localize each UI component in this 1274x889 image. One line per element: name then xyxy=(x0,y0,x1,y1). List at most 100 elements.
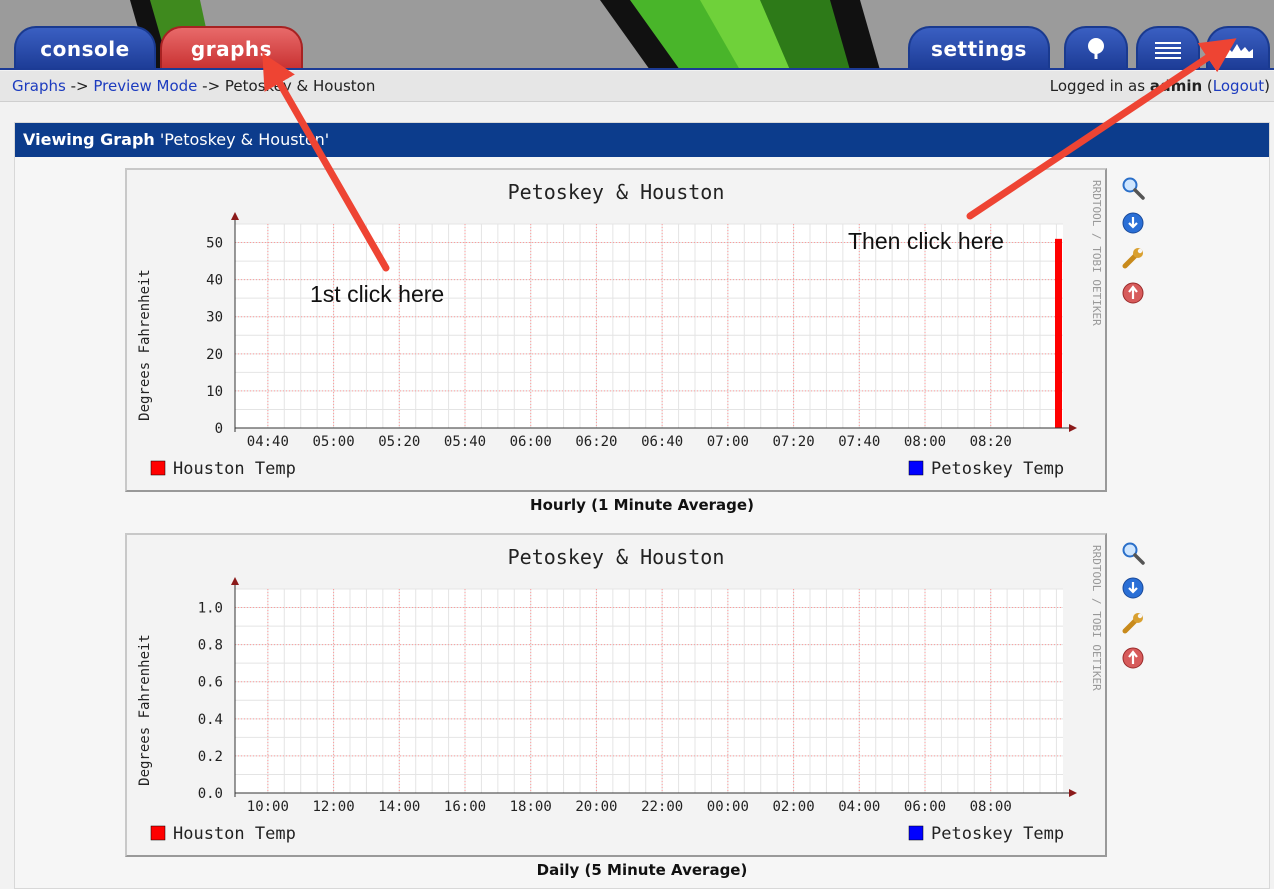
rrdtool-credit: RRDTOOL / TOBI OETIKER xyxy=(1090,545,1103,691)
y-axis-arrow xyxy=(231,212,239,220)
graph-hourly-caption: Hourly (1 Minute Average) xyxy=(530,496,754,514)
tab-graphs-label: graphs xyxy=(190,37,273,61)
login-paren-open: ( xyxy=(1202,77,1213,95)
x-tick-label: 14:00 xyxy=(378,799,420,815)
y-axis-arrow xyxy=(231,577,239,585)
tab-tree-view[interactable] xyxy=(1064,26,1128,70)
tab-preview-view[interactable] xyxy=(1206,26,1270,70)
breadcrumb-bar: Graphs -> Preview Mode -> Petoskey & Hou… xyxy=(0,71,1274,102)
tab-settings-label: settings xyxy=(931,37,1027,61)
graph-hourly[interactable]: Petoskey & Houston Degrees Fahrenheit RR… xyxy=(125,168,1107,492)
x-tick-label: 08:00 xyxy=(970,799,1012,815)
x-tick-label: 05:00 xyxy=(312,434,354,450)
preview-view-icon xyxy=(1223,44,1253,58)
x-axis-arrow xyxy=(1069,424,1077,432)
x-tick-label: 00:00 xyxy=(707,799,749,815)
tree-view-icon xyxy=(1088,38,1104,59)
x-tick-label: 04:40 xyxy=(247,434,289,450)
x-tick-label: 12:00 xyxy=(312,799,354,815)
x-tick-label: 20:00 xyxy=(575,799,617,815)
legend-swatch-petoskey xyxy=(908,825,924,841)
data-bar-houston-temp xyxy=(1055,238,1062,428)
zoom-icon[interactable] xyxy=(1121,176,1145,200)
annotation-first-click: 1st click here xyxy=(310,281,445,307)
x-tick-label: 22:00 xyxy=(641,799,683,815)
timespan-icon[interactable] xyxy=(1121,281,1145,305)
panel-heading-bold: Viewing Graph xyxy=(23,130,155,149)
tab-list-view[interactable] xyxy=(1136,26,1200,70)
y-tick-label: 30 xyxy=(206,310,223,326)
panel-heading: Viewing Graph 'Petoskey & Houston' xyxy=(15,123,1269,157)
login-status: Logged in as admin (Logout) xyxy=(1050,77,1270,95)
edit-graph-icon[interactable] xyxy=(1121,611,1145,635)
y-tick-label: 50 xyxy=(206,236,223,252)
csv-export-icon[interactable] xyxy=(1121,576,1145,600)
y-tick-label: 0.2 xyxy=(198,749,223,765)
zoom-icon[interactable] xyxy=(1121,541,1145,565)
tab-console-label: console xyxy=(40,37,130,61)
legend-swatch-houston xyxy=(150,460,166,476)
graph-daily-actions xyxy=(1121,541,1151,681)
chart-title: Petoskey & Houston xyxy=(508,180,725,204)
x-tick-label: 06:00 xyxy=(510,434,552,450)
y-tick-label: 40 xyxy=(206,273,223,289)
x-tick-label: 06:40 xyxy=(641,434,683,450)
tab-console[interactable]: console xyxy=(14,26,156,70)
y-tick-label: 1.0 xyxy=(198,601,223,617)
rrdtool-credit: RRDTOOL / TOBI OETIKER xyxy=(1090,180,1103,326)
breadcrumb-current: Petoskey & Houston xyxy=(224,77,376,95)
tab-baseline xyxy=(0,68,1274,70)
legend-petoskey-temp: Petoskey Temp xyxy=(931,824,1064,844)
breadcrumb-separator: -> xyxy=(65,77,94,95)
panel-heading-text: Viewing Graph 'Petoskey & Houston' xyxy=(23,130,329,149)
chart-title: Petoskey & Houston xyxy=(508,545,725,569)
y-axis-label: Degrees Fahrenheit xyxy=(137,634,153,786)
graph-daily-chart: Petoskey & Houston Degrees Fahrenheit RR… xyxy=(137,545,1103,844)
graph-hourly-actions xyxy=(1121,176,1151,316)
logout-link[interactable]: Logout xyxy=(1213,77,1264,95)
graph-daily-caption: Daily (5 Minute Average) xyxy=(536,861,748,879)
x-tick-label: 02:00 xyxy=(772,799,814,815)
x-axis-arrow xyxy=(1069,789,1077,797)
breadcrumb-preview-mode-link[interactable]: Preview Mode xyxy=(93,77,197,95)
graph-daily[interactable]: Petoskey & Houston Degrees Fahrenheit RR… xyxy=(125,533,1107,857)
breadcrumb-separator: -> xyxy=(197,77,225,95)
x-tick-label: 07:20 xyxy=(772,434,814,450)
x-tick-label: 04:00 xyxy=(838,799,880,815)
x-tick-label: 07:40 xyxy=(838,434,880,450)
top-navigation-bar: console graphs settings xyxy=(0,0,1274,70)
y-tick-label: 0.6 xyxy=(198,675,223,691)
login-prefix: Logged in as xyxy=(1049,77,1150,95)
x-tick-label: 06:20 xyxy=(575,434,617,450)
legend-petoskey-temp: Petoskey Temp xyxy=(931,459,1064,479)
edit-graph-icon[interactable] xyxy=(1121,246,1145,270)
breadcrumb-graphs-link[interactable]: Graphs xyxy=(12,77,66,95)
breadcrumb: Graphs -> Preview Mode -> Petoskey & Hou… xyxy=(12,77,375,95)
legend-swatch-houston xyxy=(150,825,166,841)
plot-background xyxy=(235,589,1063,793)
legend-houston-temp: Houston Temp xyxy=(173,459,296,479)
x-tick-label: 08:20 xyxy=(970,434,1012,450)
list-view-icon xyxy=(1155,42,1181,59)
x-tick-label: 08:00 xyxy=(904,434,946,450)
y-axis-label: Degrees Fahrenheit xyxy=(137,269,153,421)
panel-heading-graph-name: 'Petoskey & Houston' xyxy=(154,130,330,149)
x-tick-label: 10:00 xyxy=(247,799,289,815)
csv-export-icon[interactable] xyxy=(1121,211,1145,235)
login-username: admin xyxy=(1149,77,1203,95)
legend-swatch-petoskey xyxy=(908,460,924,476)
plot-area: 0.0 0.2 0.4 0.6 0.8 1.0 10:00 12:00 14:00 16:00 18… xyxy=(198,577,1077,815)
y-tick-label: 0.4 xyxy=(198,712,223,728)
timespan-icon[interactable] xyxy=(1121,646,1145,670)
graph-panel: Viewing Graph 'Petoskey & Houston' Petos… xyxy=(14,122,1270,889)
x-tick-label: 18:00 xyxy=(510,799,552,815)
tab-graphs[interactable]: graphs xyxy=(160,26,303,70)
x-tick-label: 05:40 xyxy=(444,434,486,450)
x-tick-label: 16:00 xyxy=(444,799,486,815)
tab-settings[interactable]: settings xyxy=(908,26,1050,70)
y-tick-label: 0.8 xyxy=(198,638,223,654)
y-tick-label: 0.0 xyxy=(198,786,223,802)
y-tick-label: 10 xyxy=(206,384,223,400)
y-tick-label: 20 xyxy=(206,347,223,363)
y-tick-label: 0 xyxy=(215,421,223,437)
